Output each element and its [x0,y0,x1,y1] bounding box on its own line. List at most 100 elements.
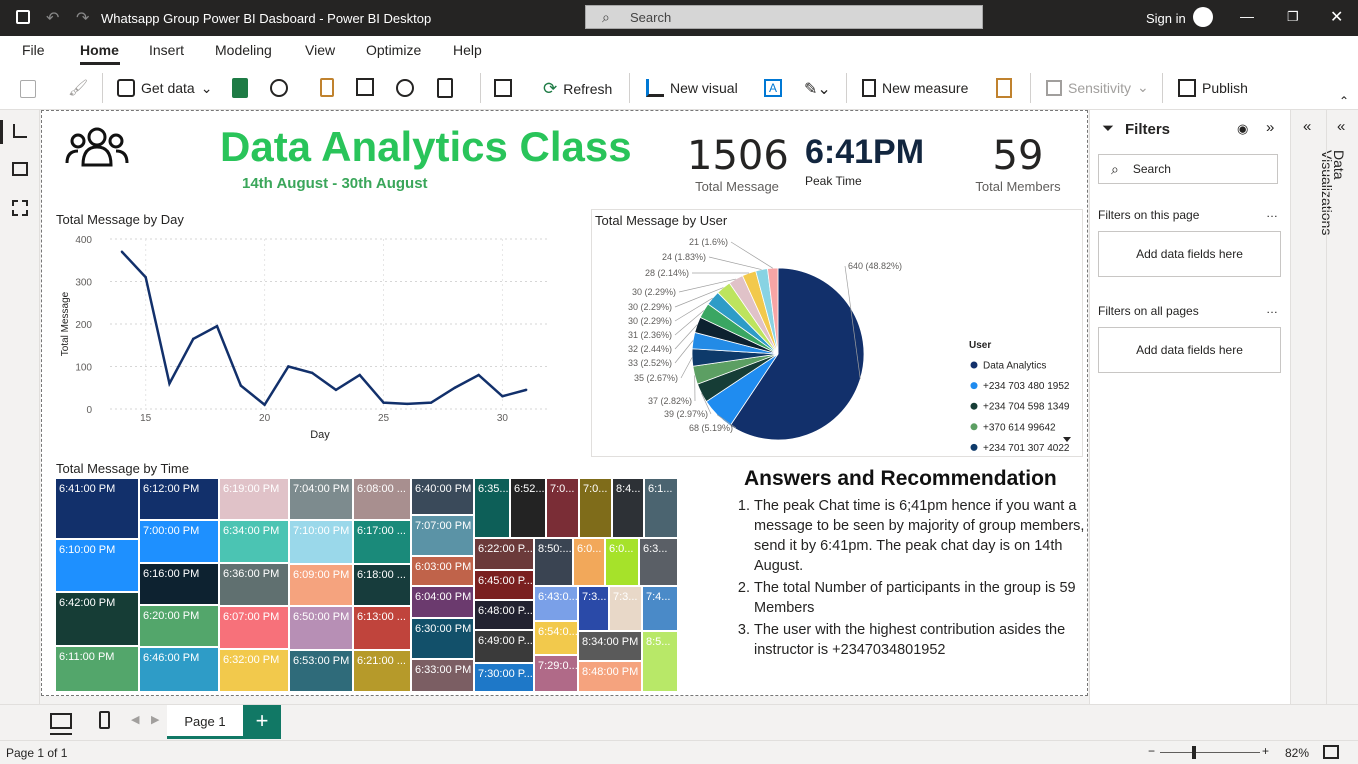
treemap-cell[interactable]: 6:08:00 ... [354,479,412,521]
treemap-cell[interactable]: 6:21:00 ... [354,651,412,693]
menu-insert[interactable]: Insert [149,42,184,58]
add-data-fields-page[interactable]: Add data fields here [1098,231,1281,277]
treemap[interactable]: 6:41:00 PM 6:10:00 PM 6:42:00 PM 6:11:00 PM… [56,479,680,693]
treemap-cell[interactable]: 7:4... [643,587,679,632]
more-options-icon[interactable]: … [1266,302,1278,316]
treemap-cell[interactable]: 6:20:00 PM [140,606,220,648]
treemap-cell[interactable]: 7:07:00 PM [412,516,475,557]
transform-data-icon[interactable] [437,78,453,98]
quick-measure-icon[interactable] [996,78,1012,98]
treemap-cell[interactable]: 6:0... [574,539,606,587]
more-visuals-icon[interactable]: ✎⌄ [804,79,831,99]
text-box-icon[interactable]: A [764,79,782,97]
treemap-cell[interactable]: 6:03:00 PM [412,557,475,587]
excel-icon[interactable] [232,78,248,98]
minimize-icon[interactable]: — [1240,8,1254,24]
treemap-cell[interactable]: 6:50:00 PM [290,607,354,651]
treemap-cell[interactable]: 6:32:00 PM [220,650,290,693]
close-icon[interactable]: ✕ [1330,7,1343,27]
treemap-cell[interactable]: 7:3... [610,587,643,632]
menu-file[interactable]: File [22,42,45,58]
add-data-fields-all[interactable]: Add data fields here [1098,327,1281,373]
treemap-cell[interactable]: 6:33:00 PM [412,660,475,693]
treemap-cell[interactable]: 6:10:00 PM [56,540,140,593]
treemap-cell[interactable]: 6:13:00 ... [354,607,412,651]
treemap-cell[interactable]: 7:29:0... [535,656,579,693]
treemap-cell[interactable]: 6:04:00 PM [412,587,475,619]
treemap-cell[interactable]: 6:07:00 PM [220,607,290,650]
treemap-cell[interactable]: 7:3... [579,587,610,632]
treemap-cell[interactable]: 6:54:0... [535,622,579,656]
recent-sources-icon[interactable] [320,78,334,97]
transform-icon[interactable] [494,79,512,97]
treemap-cell[interactable]: 6:22:00 P... [475,539,535,571]
treemap-cell[interactable]: 8:5... [643,632,679,693]
menu-modeling[interactable]: Modeling [215,42,272,58]
page-tab[interactable]: Page 1 [167,705,243,739]
dataverse-icon[interactable] [270,79,288,97]
treemap-cell[interactable]: 6:19:00 PM [220,479,290,521]
treemap-cell[interactable]: 8:50:... [535,539,574,587]
get-data-button[interactable]: Get data ⌄ [117,79,212,97]
treemap-cell[interactable]: 6:16:00 PM [140,564,220,606]
prev-page-icon[interactable]: ◀ [131,713,139,726]
dataverse-link-icon[interactable] [396,79,414,97]
pie-chart[interactable]: 640 (48.82%) 68 (5.19%) 39 (2.97%) 37 (2.82… [592,229,1082,459]
restore-icon[interactable]: ❐ [1287,9,1299,25]
paste-icon[interactable] [20,80,36,98]
treemap-cell[interactable]: 7:10:00 PM [290,521,354,565]
treemap-cell[interactable]: 6:48:00 P... [475,601,535,631]
menu-home[interactable]: Home [80,42,119,58]
zoom-slider[interactable] [1160,752,1260,753]
treemap-cell[interactable]: 6:52... [511,479,547,539]
expand-data-icon[interactable]: « [1337,118,1345,135]
redo-icon[interactable]: ↷ [76,8,89,28]
treemap-cell[interactable]: 6:36:00 PM [220,564,290,607]
new-visual-button[interactable]: New visual [646,79,738,97]
treemap-cell[interactable]: 6:41:00 PM [56,479,140,540]
treemap-cell[interactable]: 6:30:00 PM [412,619,475,660]
collapse-ribbon-icon[interactable]: ⌃ [1339,94,1349,108]
treemap-cell[interactable]: 6:42:00 PM [56,593,140,647]
treemap-cell[interactable]: 8:34:00 PM [579,632,643,662]
publish-button[interactable]: Publish [1178,79,1248,97]
treemap-cell[interactable]: 6:3... [640,539,679,587]
report-view-icon[interactable] [13,124,27,138]
desktop-layout-icon[interactable] [50,713,72,729]
treemap-cell[interactable]: 6:17:00 ... [354,521,412,565]
expand-visualizations-icon[interactable]: « [1303,118,1311,135]
treemap-cell[interactable]: 6:53:00 PM [290,651,354,693]
model-view-icon[interactable] [12,200,28,216]
treemap-cell[interactable]: 6:40:00 PM [412,479,475,516]
save-icon[interactable] [16,10,30,24]
zoom-out-icon[interactable]: − [1148,744,1155,758]
undo-icon[interactable]: ↶ [46,8,59,28]
treemap-cell[interactable]: 6:34:00 PM [220,521,290,564]
treemap-cell[interactable]: 8:48:00 PM [579,662,643,693]
treemap-cell[interactable]: 6:18:00 ... [354,565,412,607]
sensitivity-button[interactable]: Sensitivity ⌄ [1046,79,1149,96]
treemap-cell[interactable]: 6:09:00 PM [290,565,354,607]
table-view-icon[interactable] [12,162,28,176]
treemap-cell[interactable]: 7:30:00 P... [475,664,535,693]
menu-view[interactable]: View [305,42,335,58]
treemap-cell[interactable]: 8:4... [613,479,645,539]
treemap-cell[interactable]: 7:04:00 PM [290,479,354,521]
line-chart[interactable]: 0 100 200 300 400 15 20 25 30 Day Total Message [50,229,560,451]
treemap-cell[interactable]: 6:11:00 PM [56,647,140,693]
menu-help[interactable]: Help [453,42,482,58]
treemap-cell[interactable]: 7:0... [547,479,580,539]
zoom-slider-thumb[interactable] [1192,746,1196,759]
more-options-icon[interactable]: … [1266,206,1278,220]
new-measure-button[interactable]: New measure [862,79,968,97]
treemap-cell[interactable]: 6:1... [645,479,679,539]
fit-to-page-icon[interactable] [1323,745,1339,759]
treemap-cell[interactable]: 6:49:00 P... [475,631,535,664]
treemap-cell[interactable]: 6:43:0... [535,587,579,622]
menu-optimize[interactable]: Optimize [366,42,421,58]
treemap-cell[interactable]: 6:0... [606,539,640,587]
zoom-in-icon[interactable]: + [1262,744,1269,758]
treemap-cell[interactable]: 6:35... [475,479,511,539]
mobile-layout-icon[interactable] [99,711,110,729]
avatar-icon[interactable] [1193,7,1213,27]
